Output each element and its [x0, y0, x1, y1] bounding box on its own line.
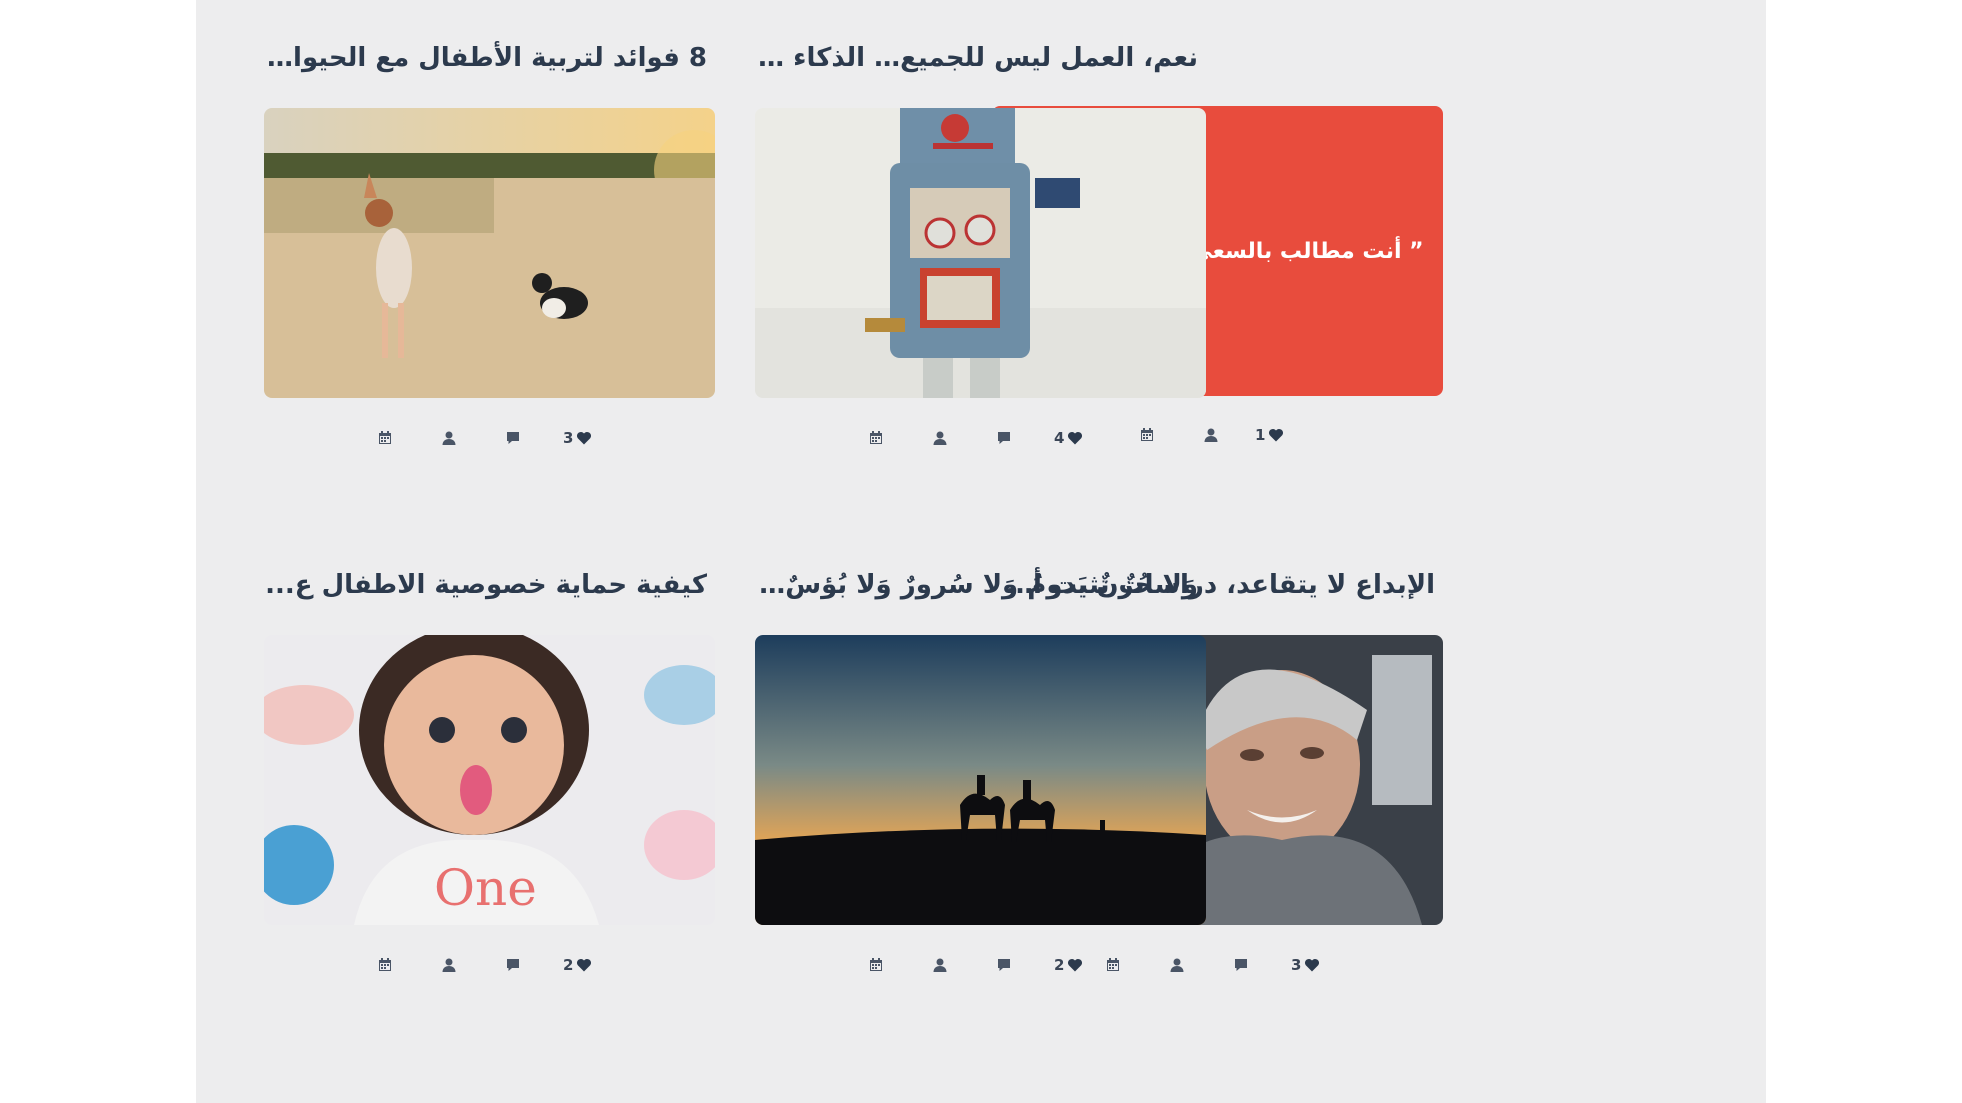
- post-meta: 2: [264, 953, 715, 977]
- likes[interactable]: 3: [1291, 953, 1320, 977]
- likes[interactable]: 1: [1255, 423, 1284, 447]
- user-icon[interactable]: [441, 953, 457, 977]
- camels-sunset-image: [755, 635, 1206, 925]
- baby-tongue-image: One: [264, 635, 715, 925]
- post-title[interactable]: نعم، العمل ليس للجميع… الذكاء ا...: [755, 40, 1206, 76]
- post-title[interactable]: 8 فوائد لتربية الأطفال مع الحيوانا...: [264, 40, 715, 76]
- comment-icon[interactable]: [996, 953, 1012, 977]
- heart-icon: [577, 431, 592, 445]
- post-title[interactable]: كيفية حماية خصوصية الاطفال ع...: [264, 567, 715, 603]
- likes-count: 3: [1291, 956, 1302, 974]
- comment-icon[interactable]: [505, 953, 521, 977]
- post-meta: 2: [755, 953, 1206, 977]
- post-image-robot[interactable]: [755, 108, 1206, 398]
- likes[interactable]: 2: [1054, 953, 1083, 977]
- calendar-icon[interactable]: [377, 953, 393, 977]
- heart-icon: [1068, 958, 1083, 972]
- calendar-icon[interactable]: [868, 426, 884, 450]
- comment-icon[interactable]: [1233, 953, 1249, 977]
- robot-toy-image: [755, 108, 1206, 398]
- likes[interactable]: 3: [563, 426, 592, 450]
- post-meta: 4: [755, 426, 1206, 450]
- girl-dog-beach-image: [264, 108, 715, 398]
- comment-icon[interactable]: [505, 426, 521, 450]
- post-image-girl-dog[interactable]: [264, 108, 715, 398]
- likes-count: 2: [1054, 956, 1065, 974]
- likes[interactable]: 4: [1054, 426, 1083, 450]
- likes[interactable]: 2: [563, 953, 592, 977]
- svg-text:One: One: [434, 859, 537, 917]
- user-icon[interactable]: [932, 953, 948, 977]
- heart-icon: [577, 958, 592, 972]
- likes-count: 3: [563, 429, 574, 447]
- likes-count: 2: [563, 956, 574, 974]
- post-meta: 3: [264, 426, 715, 450]
- calendar-icon[interactable]: [377, 426, 393, 450]
- user-icon[interactable]: [932, 426, 948, 450]
- calendar-icon[interactable]: [868, 953, 884, 977]
- comment-icon[interactable]: [996, 426, 1012, 450]
- posts-grid: ” أنت مطالب بالسعي و ليس النتيجة ” 1 نعم…: [196, 0, 1766, 1103]
- heart-icon: [1269, 428, 1284, 442]
- heart-icon: [1068, 431, 1083, 445]
- post-title[interactable]: وَلا حُزنٌ يَدومُ وَلا سُرورٌ وَلا بُؤسٌ…: [755, 567, 1206, 603]
- heart-icon: [1305, 958, 1320, 972]
- post-image-baby[interactable]: One: [264, 635, 715, 925]
- likes-count: 4: [1054, 429, 1065, 447]
- post-image-camels[interactable]: [755, 635, 1206, 925]
- likes-count: 1: [1255, 426, 1266, 444]
- user-icon[interactable]: [441, 426, 457, 450]
